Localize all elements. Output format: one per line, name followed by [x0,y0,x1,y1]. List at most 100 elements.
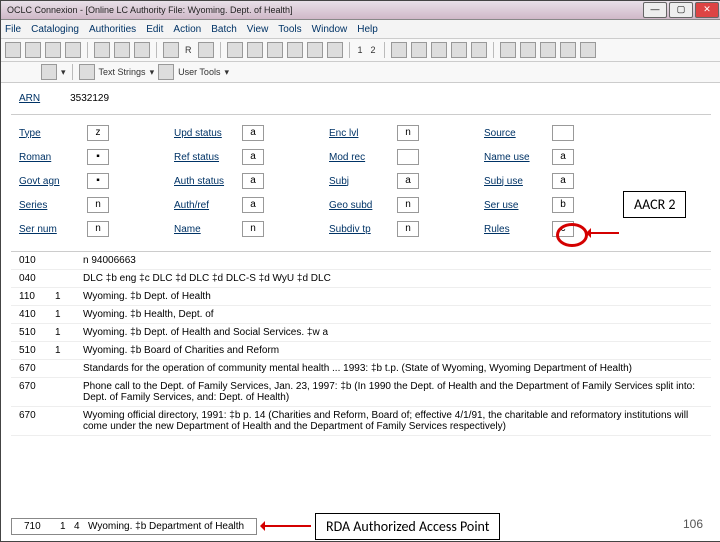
ff-value[interactable]: a [552,173,574,189]
ff-label: Name use [484,152,552,163]
ff-value[interactable] [552,125,574,141]
ff-value[interactable]: n [397,125,419,141]
ff-value[interactable]: z [87,125,109,141]
tool-icon[interactable] [163,42,179,58]
maximize-button[interactable]: ▢ [669,2,693,18]
tool-icon[interactable] [411,42,427,58]
toolbar-separator [87,42,88,58]
ff-label: Geo subd [329,200,397,211]
tool-icon[interactable] [500,42,516,58]
marc-row[interactable]: 670Standards for the operation of commun… [11,360,711,378]
menu-view[interactable]: View [247,24,269,35]
toolbar-separator [220,42,221,58]
close-button[interactable]: ✕ [695,2,719,18]
menu-action[interactable]: Action [173,24,201,35]
callout-aacr2: AACR 2 [623,191,686,218]
tool-icon[interactable] [307,42,323,58]
ff-value[interactable]: b [552,197,574,213]
ff-value[interactable]: n [242,221,264,237]
marc-ind1[interactable]: 1 [60,521,74,532]
ff-label: Upd status [174,128,242,139]
ff-label: Ser num [19,224,87,235]
marc-row[interactable]: 040DLC ‡b eng ‡c DLC ‡d DLC ‡d DLC-S ‡d … [11,270,711,288]
tool-icon[interactable] [114,42,130,58]
tool-icon[interactable] [451,42,467,58]
tool-icon[interactable] [45,42,61,58]
ff-label: Govt agn [19,176,87,187]
fixed-field-grid: Typez Upd statusa Enc lvln Source Roman▪… [11,114,711,247]
tool-icon[interactable] [198,42,214,58]
ff-label: Ref status [174,152,242,163]
tool-icon[interactable] [79,64,95,80]
marc-row[interactable]: 010n 94006663 [11,252,711,270]
ff-value[interactable]: n [397,221,419,237]
tool-icon[interactable] [540,42,556,58]
tool-icon[interactable] [247,42,263,58]
tool-icon[interactable] [158,64,174,80]
menu-edit[interactable]: Edit [146,24,163,35]
tool-icon[interactable] [227,42,243,58]
menu-help[interactable]: Help [357,24,378,35]
user-tools-label[interactable]: User Tools [178,67,220,77]
ff-value[interactable] [397,149,419,165]
toolbar-num-2[interactable]: 2 [369,45,378,55]
menu-batch[interactable]: Batch [211,24,237,35]
ff-value[interactable]: n [87,197,109,213]
tool-icon[interactable] [327,42,343,58]
menu-file[interactable]: File [5,24,21,35]
ff-value[interactable]: n [87,221,109,237]
ff-label: Subj [329,176,397,187]
marc-tag[interactable]: 710 [16,521,60,532]
menu-window[interactable]: Window [312,24,348,35]
tool-icon[interactable] [391,42,407,58]
tool-icon[interactable] [65,42,81,58]
text-strings-label[interactable]: Text Strings [99,67,146,77]
ff-label: Series [19,200,87,211]
tool-icon[interactable] [267,42,283,58]
menu-authorities[interactable]: Authorities [89,24,136,35]
tool-icon[interactable] [580,42,596,58]
marc-data[interactable]: Wyoming. ‡b Department of Health [88,521,252,532]
menu-cataloging[interactable]: Cataloging [31,24,79,35]
marc-row[interactable]: 4101Wyoming. ‡b Health, Dept. of [11,306,711,324]
ff-value[interactable]: a [242,149,264,165]
tool-icon[interactable] [94,42,110,58]
tool-icon[interactable] [287,42,303,58]
ff-value[interactable]: a [242,197,264,213]
ff-value[interactable]: a [242,173,264,189]
ff-value[interactable]: n [397,197,419,213]
toolbar-num-1[interactable]: 1 [356,45,365,55]
toolbar-separator [349,42,350,58]
marc-row[interactable]: 670Phone call to the Dept. of Family Ser… [11,378,711,407]
ff-label: Source [484,128,552,139]
menu-tools[interactable]: Tools [278,24,301,35]
ff-value[interactable]: ▪ [87,173,109,189]
ff-value[interactable]: a [242,125,264,141]
tool-icon[interactable] [431,42,447,58]
marc-row[interactable]: 5101Wyoming. ‡b Dept. of Health and Soci… [11,324,711,342]
ff-value[interactable]: a [552,149,574,165]
marc-row[interactable]: 1101Wyoming. ‡b Dept. of Health [11,288,711,306]
ff-label: Ser use [484,200,552,211]
toolbar-secondary: ▾ Text Strings ▾ User Tools ▾ [1,62,720,83]
tool-icon[interactable] [25,42,41,58]
minimize-button[interactable]: — [643,2,667,18]
marc-row[interactable]: 670Wyoming official directory, 1991: ‡b … [11,407,711,436]
marc-fields: 010n 94006663 040DLC ‡b eng ‡c DLC ‡d DL… [11,251,711,436]
marc-ind2[interactable]: 4 [74,521,88,532]
ff-label: Type [19,128,87,139]
tool-icon[interactable] [471,42,487,58]
toolbar-separator [384,42,385,58]
tool-icon[interactable] [134,42,150,58]
menu-bar: File Cataloging Authorities Edit Action … [1,20,720,39]
ff-value[interactable]: a [397,173,419,189]
annotation-arrow-aacr2 [587,232,619,234]
ff-value[interactable]: ▪ [87,149,109,165]
tool-icon[interactable] [560,42,576,58]
ff-label: Subj use [484,176,552,187]
callout-rda: RDA Authorized Access Point [315,513,500,540]
tool-icon[interactable] [41,64,57,80]
marc-row[interactable]: 5101Wyoming. ‡b Board of Charities and R… [11,342,711,360]
tool-icon[interactable] [5,42,21,58]
tool-icon[interactable] [520,42,536,58]
